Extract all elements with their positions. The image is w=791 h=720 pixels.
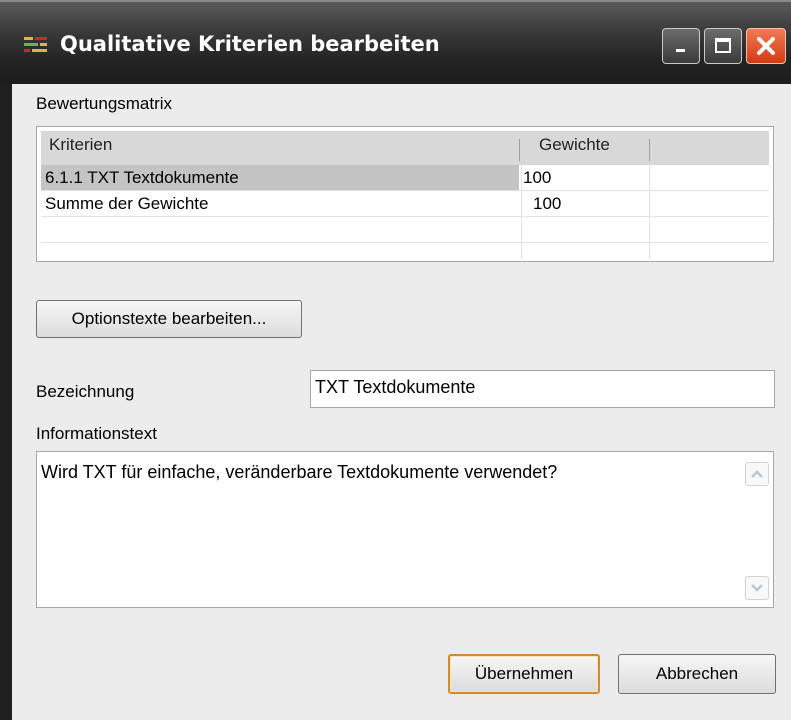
designation-input[interactable]: TXT Textdokumente: [310, 370, 775, 408]
edit-option-texts-button[interactable]: Optionstexte bearbeiten...: [36, 300, 302, 338]
info-text-label: Informationstext: [36, 424, 157, 443]
evaluation-matrix-grid[interactable]: Kriterien Gewichte 6.1.1 TXT Textdokumen…: [36, 126, 774, 262]
minimize-button[interactable]: [662, 28, 700, 64]
scroll-up-button[interactable]: [745, 462, 769, 486]
column-header-criteria[interactable]: Kriterien: [49, 135, 112, 155]
dialog-client-area: Bewertungsmatrix Kriterien Gewichte 6.1.…: [12, 84, 791, 720]
cancel-button[interactable]: Abbrechen: [618, 654, 776, 694]
column-separator[interactable]: [519, 139, 520, 161]
cell-criterion[interactable]: 6.1.1 TXT Textdokumente: [45, 168, 239, 188]
cell-weight[interactable]: 100: [533, 194, 561, 214]
table-row[interactable]: 6.1.1 TXT Textdokumente 100: [41, 165, 769, 191]
grid-line: [649, 165, 650, 259]
info-text-area[interactable]: Wird TXT für einfache, veränderbare Text…: [36, 451, 774, 608]
maximize-button[interactable]: [704, 28, 742, 64]
accept-button[interactable]: Übernehmen: [448, 654, 600, 694]
grid-header: Kriterien Gewichte: [41, 131, 769, 165]
designation-label: Bezeichnung: [36, 382, 135, 401]
column-header-weights[interactable]: Gewichte: [539, 135, 610, 155]
cell-weight[interactable]: 100: [523, 168, 551, 188]
dialog-window: Qualitative Kriterien bearbeiten Bewertu…: [0, 0, 791, 720]
matrix-label: Bewertungsmatrix: [36, 94, 173, 113]
title-bar[interactable]: Qualitative Kriterien bearbeiten: [0, 0, 791, 84]
table-row[interactable]: Summe der Gewichte 100: [41, 191, 769, 217]
close-icon: [757, 37, 775, 55]
grid-line: [521, 165, 522, 259]
table-row-empty[interactable]: [41, 243, 769, 257]
app-icon: [24, 37, 47, 52]
chevron-down-icon: [751, 584, 763, 592]
column-separator[interactable]: [649, 139, 650, 161]
scroll-down-button[interactable]: [745, 576, 769, 600]
chevron-up-icon: [751, 470, 763, 478]
info-text-value[interactable]: Wird TXT für einfache, veränderbare Text…: [41, 462, 557, 483]
minimize-icon: [676, 49, 685, 52]
maximize-icon: [715, 38, 731, 53]
close-button[interactable]: [746, 28, 786, 64]
cell-criterion[interactable]: Summe der Gewichte: [45, 194, 208, 214]
table-row-empty[interactable]: [41, 217, 769, 243]
window-title: Qualitative Kriterien bearbeiten: [60, 32, 440, 56]
